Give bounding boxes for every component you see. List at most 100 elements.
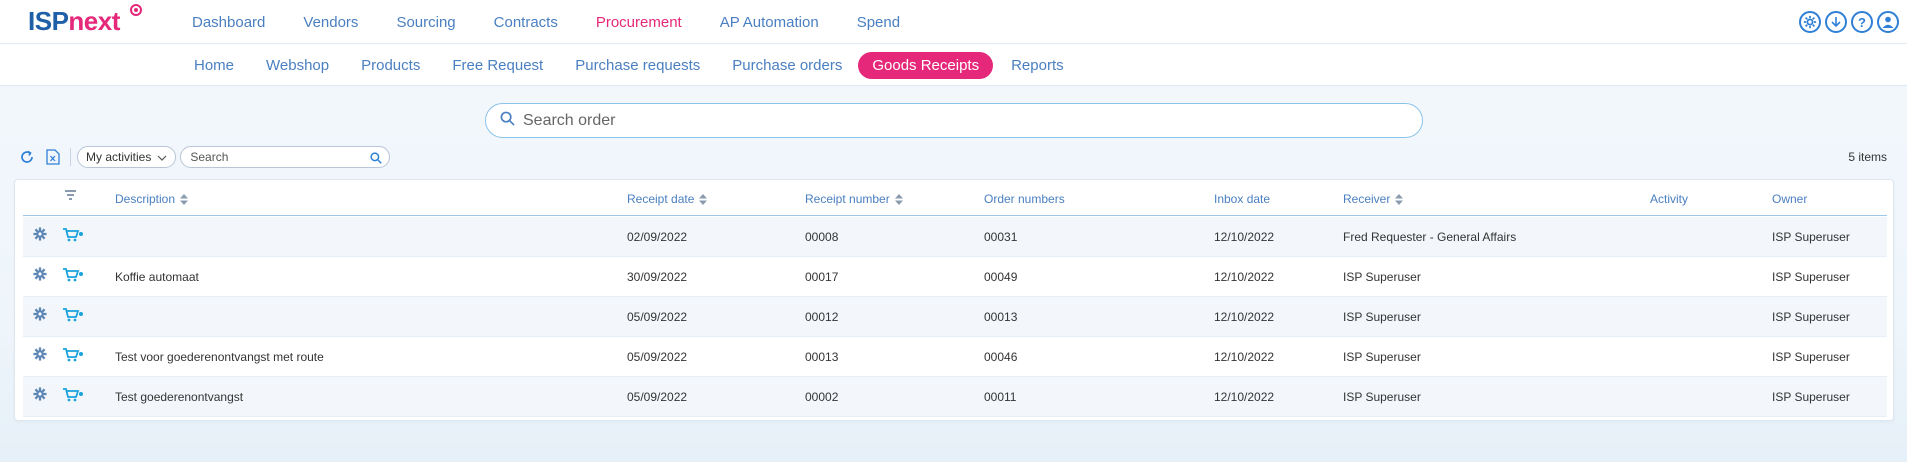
column-header-receipt-date[interactable]: Receipt date [627,192,708,206]
column-label-owner: Owner [1772,192,1808,206]
list-toolbar: My activities [18,145,391,169]
cell-inbox-date: 12/10/2022 [1214,390,1275,404]
sort-icon [1395,193,1404,205]
sub-nav-products[interactable]: Products [361,57,420,74]
cell-inbox-date: 12/10/2022 [1214,310,1275,324]
receive-cart-icon[interactable] [63,228,83,247]
sub-nav-goods-receipts[interactable]: Goods Receipts [858,51,994,79]
order-search-input[interactable] [523,111,1403,130]
cell-receipt-date: 30/09/2022 [627,270,688,284]
main-nav-vendors[interactable]: Vendors [303,14,358,31]
row-settings-gear-icon[interactable] [33,387,47,406]
main-nav-ap-automation[interactable]: AP Automation [720,14,819,31]
user-icon[interactable] [1877,11,1899,33]
cell-order-numbers[interactable]: 00013 [984,310,1017,324]
table-row[interactable]: 02/09/2022 00008 00031 12/10/2022 Fred R… [23,217,1887,257]
cell-receipt-number: 00017 [805,270,839,284]
order-search-box [485,103,1423,138]
cell-owner: ISP Superuser [1772,270,1850,284]
cell-receiver: ISP Superuser [1343,270,1421,284]
refresh-icon[interactable] [18,148,36,166]
row-settings-gear-icon[interactable] [33,267,47,286]
cell-receipt-number: 00012 [805,310,839,324]
excel-export-icon[interactable] [44,148,62,166]
cell-owner: ISP Superuser [1772,230,1850,244]
gear-icon[interactable] [1799,11,1821,33]
main-nav-procurement[interactable]: Procurement [596,14,682,31]
column-label-description: Description [115,192,176,206]
receive-cart-icon[interactable] [63,388,83,407]
column-header-owner[interactable]: Owner [1772,192,1807,206]
cell-receiver: ISP Superuser [1343,350,1421,364]
chevron-down-icon [157,150,167,164]
main-nav-contracts[interactable]: Contracts [494,14,558,31]
cell-order-numbers[interactable]: 00011 [984,390,1016,404]
receive-cart-icon[interactable] [63,308,83,327]
main-nav-sourcing[interactable]: Sourcing [396,14,455,31]
sub-nav-reports[interactable]: Reports [1011,57,1064,74]
cell-receiver: ISP Superuser [1343,390,1421,404]
logo-badge-icon [130,4,142,16]
main-nav: Dashboard Vendors Sourcing Contracts Pro… [192,0,938,44]
cell-receipt-number: 00008 [805,230,839,244]
cell-owner: ISP Superuser [1772,310,1850,324]
column-label-activity: Activity [1650,192,1689,206]
sub-nav-webshop[interactable]: Webshop [266,57,329,74]
logo-isp: ISP [28,6,69,36]
column-label-inbox-date: Inbox date [1214,192,1271,206]
column-header-order-numbers[interactable]: Order numbers [984,192,1065,206]
cell-receiver: Fred Requester - General Affairs [1343,230,1517,244]
row-settings-gear-icon[interactable] [33,347,47,366]
cell-receipt-date: 05/09/2022 [627,350,688,364]
table-body: 02/09/2022 00008 00031 12/10/2022 Fred R… [23,217,1887,417]
table-row[interactable]: Test voor goederenontvangst met route 05… [23,337,1887,377]
column-filter-icon[interactable] [65,190,76,200]
cell-inbox-date: 12/10/2022 [1214,270,1275,284]
column-label-receipt-date: Receipt date [627,192,695,206]
cell-order-numbers[interactable]: 00046 [984,350,1017,364]
sub-nav: Home Webshop Products Free Request Purch… [194,44,1096,86]
cell-order-numbers[interactable]: 00031 [984,230,1017,244]
cell-receiver: ISP Superuser [1343,310,1421,324]
logo[interactable]: ISPnext [28,6,120,37]
cell-inbox-date: 12/10/2022 [1214,350,1275,364]
table-row[interactable]: Test goederenontvangst 05/09/2022 00002 … [23,377,1887,417]
column-header-receiver[interactable]: Receiver [1343,192,1404,206]
cell-receipt-date: 02/09/2022 [627,230,688,244]
cell-description: Test goederenontvangst [115,390,244,404]
column-header-activity[interactable]: Activity [1650,192,1688,206]
download-icon[interactable] [1825,11,1847,33]
toolbar-divider [70,148,71,166]
table-row[interactable]: 05/09/2022 00012 00013 12/10/2022 ISP Su… [23,297,1887,337]
main-nav-spend[interactable]: Spend [857,14,900,31]
receive-cart-icon[interactable] [63,268,83,287]
row-settings-gear-icon[interactable] [33,227,47,246]
sub-bar: Home Webshop Products Free Request Purch… [0,44,1907,86]
column-header-receipt-number[interactable]: Receipt number [805,192,903,206]
sub-nav-home[interactable]: Home [194,57,234,74]
cell-receipt-date: 05/09/2022 [627,310,688,324]
column-label-receiver: Receiver [1343,192,1391,206]
column-header-description[interactable]: Description [115,192,189,206]
row-settings-gear-icon[interactable] [33,307,47,326]
column-header-inbox-date[interactable]: Inbox date [1214,192,1270,206]
main-nav-dashboard[interactable]: Dashboard [192,14,265,31]
sub-nav-purchase-orders[interactable]: Purchase orders [732,57,842,74]
sub-nav-free-request[interactable]: Free Request [452,57,543,74]
receive-cart-icon[interactable] [63,348,83,367]
cell-order-numbers[interactable]: 00049 [984,270,1017,284]
list-search-input[interactable] [190,150,361,164]
item-count: 5 items [1848,150,1887,164]
cell-inbox-date: 12/10/2022 [1214,230,1275,244]
activity-filter-dropdown[interactable]: My activities [77,146,177,168]
search-icon[interactable] [370,151,383,169]
activity-filter-value: My activities [86,150,152,164]
help-icon[interactable]: ? [1851,11,1873,33]
list-search-box [180,146,391,169]
table-row[interactable]: Koffie automaat 30/09/2022 00017 00049 1… [23,257,1887,297]
cell-receipt-number: 00002 [805,390,839,404]
cell-description: Test voor goederenontvangst met route [115,350,324,364]
cell-description: Koffie automaat [115,270,199,284]
cell-receipt-number: 00013 [805,350,839,364]
sub-nav-purchase-requests[interactable]: Purchase requests [575,57,700,74]
